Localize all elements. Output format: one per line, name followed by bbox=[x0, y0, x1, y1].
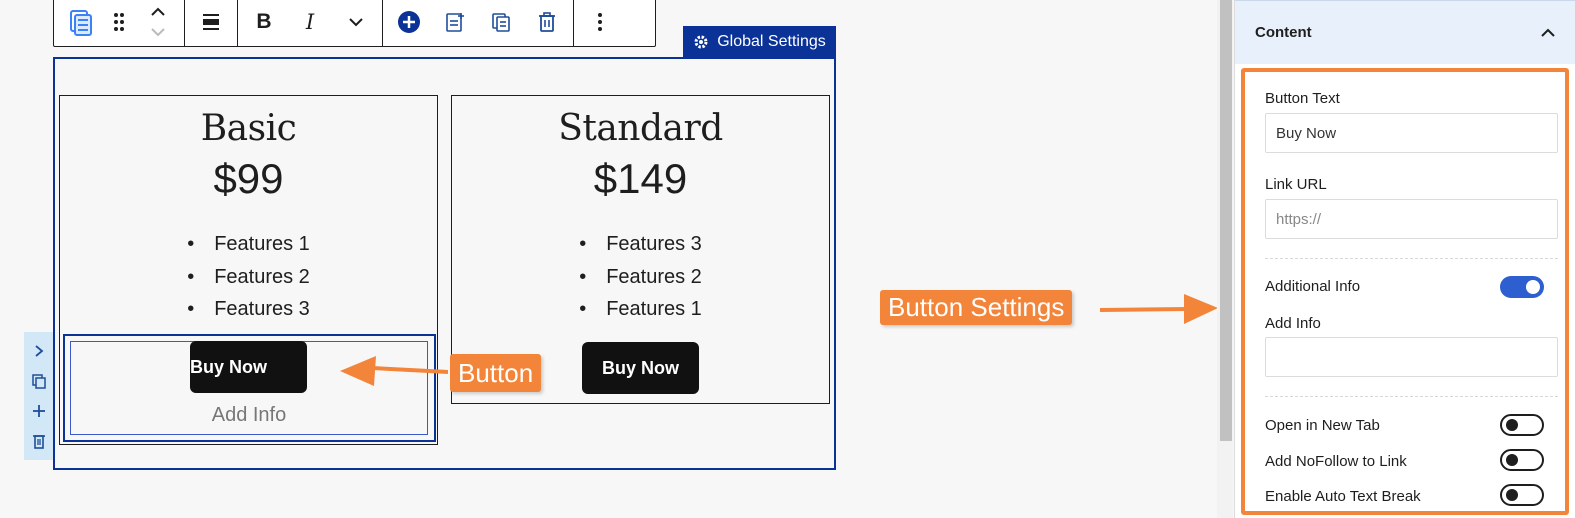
more-formatting-icon[interactable] bbox=[340, 6, 372, 38]
divider bbox=[1265, 258, 1558, 259]
feature-item[interactable]: Features 1 bbox=[60, 228, 437, 261]
add-info-text[interactable]: Add Info bbox=[70, 404, 428, 427]
auto-break-toggle[interactable] bbox=[1500, 484, 1544, 506]
global-settings-button[interactable]: Global Settings bbox=[683, 26, 836, 58]
side-toolbar bbox=[24, 332, 53, 460]
content-panel-header[interactable]: Content bbox=[1235, 0, 1575, 64]
toolbar-group-options bbox=[574, 0, 626, 46]
duplicate-icon[interactable] bbox=[29, 371, 49, 391]
additional-info-label: Additional Info bbox=[1265, 278, 1361, 295]
gear-icon bbox=[694, 35, 708, 49]
settings-arrow bbox=[1099, 294, 1218, 324]
move-up-icon[interactable] bbox=[142, 4, 174, 20]
mover bbox=[142, 4, 174, 40]
options-icon[interactable] bbox=[584, 6, 616, 38]
card-title[interactable]: Basic bbox=[60, 108, 437, 150]
link-url-label: Link URL bbox=[1265, 176, 1327, 193]
panel-title: Content bbox=[1255, 24, 1312, 41]
pricing-block-icon[interactable] bbox=[64, 6, 96, 38]
insert-after-icon[interactable] bbox=[439, 6, 471, 38]
plus-icon[interactable] bbox=[29, 401, 49, 421]
feature-item[interactable]: Features 3 bbox=[452, 228, 829, 261]
chevron-right-icon[interactable] bbox=[29, 341, 49, 361]
feature-list: Features 3 Features 2 Features 1 bbox=[452, 228, 829, 326]
card-price[interactable]: $99 bbox=[60, 150, 437, 208]
open-new-tab-label: Open in New Tab bbox=[1265, 417, 1380, 434]
italic-icon[interactable]: I bbox=[294, 6, 326, 38]
annotation-button: Button bbox=[450, 354, 542, 392]
italic-glyph: I bbox=[305, 9, 315, 34]
chevron-up-icon[interactable] bbox=[1540, 28, 1556, 38]
feature-item[interactable]: Features 2 bbox=[452, 261, 829, 294]
bold-glyph: B bbox=[256, 9, 272, 33]
buy-now-button[interactable]: Buy Now bbox=[582, 342, 699, 394]
delete-icon[interactable] bbox=[531, 6, 563, 38]
add-block-icon[interactable] bbox=[393, 6, 425, 38]
duplicate-icon[interactable] bbox=[485, 6, 517, 38]
additional-info-toggle[interactable] bbox=[1500, 276, 1544, 298]
divider bbox=[1265, 396, 1558, 397]
nofollow-toggle[interactable] bbox=[1500, 449, 1544, 471]
feature-list: Features 1 Features 2 Features 3 bbox=[60, 228, 437, 326]
toolbar-group-align bbox=[185, 0, 238, 46]
buy-now-button[interactable]: Buy Now bbox=[190, 341, 307, 393]
add-info-input[interactable] bbox=[1265, 337, 1558, 377]
card-price[interactable]: $149 bbox=[452, 150, 829, 208]
drag-handle-icon[interactable] bbox=[110, 6, 128, 38]
trash-icon[interactable] bbox=[29, 431, 49, 451]
feature-item[interactable]: Features 3 bbox=[60, 293, 437, 326]
add-info-label: Add Info bbox=[1265, 315, 1321, 332]
nofollow-label: Add NoFollow to Link bbox=[1265, 453, 1407, 470]
bold-icon[interactable]: B bbox=[248, 6, 280, 38]
align-icon[interactable] bbox=[195, 6, 227, 38]
scrollbar-thumb[interactable] bbox=[1220, 0, 1232, 441]
block-toolbar: B I bbox=[53, 0, 656, 47]
move-down-icon[interactable] bbox=[142, 24, 174, 40]
annotation-button-settings: Button Settings bbox=[880, 290, 1073, 325]
button-text-input[interactable] bbox=[1265, 113, 1558, 153]
open-new-tab-toggle[interactable] bbox=[1500, 414, 1544, 436]
card-title[interactable]: Standard bbox=[452, 108, 829, 150]
feature-item[interactable]: Features 1 bbox=[452, 293, 829, 326]
feature-item[interactable]: Features 2 bbox=[60, 261, 437, 294]
auto-break-label: Enable Auto Text Break bbox=[1265, 488, 1421, 505]
settings-sidebar: Content Button Text Link URL Additional … bbox=[1234, 0, 1575, 518]
link-url-input[interactable] bbox=[1265, 199, 1558, 239]
toolbar-group-actions bbox=[383, 0, 574, 46]
global-settings-label: Global Settings bbox=[717, 33, 826, 50]
button-text-label: Button Text bbox=[1265, 90, 1340, 107]
toolbar-group-format: B I bbox=[238, 0, 383, 46]
toolbar-group-block bbox=[54, 0, 185, 46]
button-settings-panel: Button Text Link URL Additional Info Add… bbox=[1241, 68, 1569, 515]
